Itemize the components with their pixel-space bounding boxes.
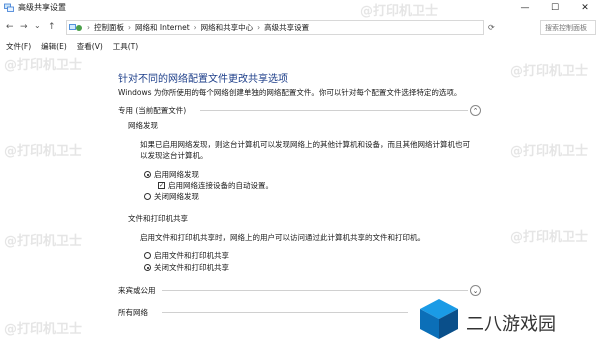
breadcrumb-advanced-sharing[interactable]: 高级共享设置 — [264, 22, 309, 33]
watermark-text: @打印机卫士 — [360, 4, 439, 19]
file-printer-sharing-description: 启用文件和打印机共享时，网络上的用户可以访问通过此计算机共享的文件和打印机。 — [140, 233, 425, 242]
checkbox-auto-setup[interactable]: ✓ 启用网络连接设备的自动设置。 — [158, 180, 273, 191]
radio-disable-discovery[interactable]: 关闭网络发现 — [144, 191, 199, 202]
watermark-text: @打印机卫士 — [510, 230, 589, 245]
brand-name: 二八游戏园 — [466, 314, 556, 335]
file-printer-sharing-label: 文件和打印机共享 — [128, 214, 188, 223]
address-field[interactable]: › 控制面板 › 网络和 Internet › 网络和共享中心 › 高级共享设置 — [66, 20, 484, 35]
radio-enable-sharing[interactable]: 启用文件和打印机共享 — [144, 250, 229, 261]
radio-disable-sharing[interactable]: 关闭文件和打印机共享 — [144, 262, 229, 273]
window-title: 高级共享设置 — [18, 3, 66, 12]
radio-unselected-icon — [144, 193, 151, 200]
brand-cube-logo — [420, 299, 458, 339]
address-bar-row: ← → ⌄ ↑ › 控制面板 › 网络和 Internet › 网络和共享中心 … — [0, 18, 600, 38]
search-input[interactable]: 搜索控制面板 — [540, 20, 596, 35]
radio-unselected-icon — [144, 252, 151, 259]
radio-selected-icon — [144, 171, 151, 178]
watermark-text: @打印机卫士 — [4, 144, 83, 159]
watermark-text: @打印机卫士 — [4, 58, 83, 73]
section-divider — [200, 110, 468, 111]
menu-file[interactable]: 文件(F) — [6, 41, 31, 53]
option-label: 关闭网络发现 — [154, 192, 199, 201]
menu-edit[interactable]: 编辑(E) — [41, 41, 67, 53]
option-label: 启用网络连接设备的自动设置。 — [168, 181, 273, 190]
menu-view[interactable]: 查看(V) — [77, 41, 103, 53]
refresh-icon[interactable]: ⟳ — [488, 23, 495, 32]
watermark-text: @打印机卫士 — [510, 144, 589, 159]
recent-dropdown-icon[interactable]: ⌄ — [34, 21, 41, 30]
main-content: 针对不同的网络配置文件更改共享选项 Windows 为你所使用的每个网络创建单独… — [0, 56, 600, 347]
menu-tools[interactable]: 工具(T) — [113, 41, 138, 53]
breadcrumb-network-sharing-center[interactable]: 网络和共享中心 — [201, 22, 254, 33]
option-label: 启用文件和打印机共享 — [154, 251, 229, 260]
page-description: Windows 为你所使用的每个网络创建单独的网络配置文件。你可以针对每个配置文… — [118, 88, 462, 97]
section-divider — [162, 312, 408, 313]
private-profile-label[interactable]: 专用 (当前配置文件) — [118, 105, 186, 116]
breadcrumb-network-internet[interactable]: 网络和 Internet — [135, 22, 190, 33]
up-arrow-icon[interactable]: ↑ — [48, 22, 56, 32]
chevron-up-icon[interactable]: ⌃ — [470, 105, 481, 116]
guest-public-label[interactable]: 来宾或公用 — [118, 285, 156, 296]
back-arrow-icon[interactable]: ← — [6, 22, 14, 32]
watermark-text: @打印机卫士 — [4, 234, 83, 249]
control-panel-icon — [69, 23, 82, 31]
network-discovery-description: 如果已启用网络发现，则这台计算机可以发现网络上的其他计算机和设备，而且其他网络计… — [140, 140, 470, 160]
breadcrumb-separator: › — [193, 23, 197, 32]
watermark-text: @打印机卫士 — [4, 322, 83, 337]
breadcrumb-separator: › — [128, 23, 131, 32]
chevron-down-icon[interactable]: ⌄ — [470, 285, 481, 296]
minimize-button[interactable]: — — [510, 0, 540, 16]
maximize-button[interactable]: ☐ — [540, 0, 570, 16]
network-settings-icon — [4, 3, 14, 12]
option-label: 关闭文件和打印机共享 — [154, 263, 229, 272]
network-discovery-label: 网络发现 — [128, 121, 158, 130]
forward-arrow-icon[interactable]: → — [20, 22, 28, 32]
menu-bar: 文件(F) 编辑(E) 查看(V) 工具(T) — [0, 41, 600, 53]
watermark-text: @打印机卫士 — [510, 64, 589, 79]
breadcrumb-control-panel[interactable]: 控制面板 — [94, 22, 124, 33]
all-networks-label[interactable]: 所有网络 — [118, 307, 148, 318]
page-title: 针对不同的网络配置文件更改共享选项 — [118, 74, 288, 85]
title-bar: 高级共享设置 — ☐ ✕ — [0, 0, 600, 16]
section-divider — [162, 290, 468, 291]
option-label: 启用网络发现 — [154, 170, 199, 179]
radio-enable-discovery[interactable]: 启用网络发现 — [144, 169, 199, 180]
radio-selected-icon — [144, 264, 151, 271]
breadcrumb-separator: › — [87, 23, 90, 32]
breadcrumb-separator: › — [257, 23, 261, 32]
checkbox-checked-icon: ✓ — [158, 182, 165, 189]
close-button[interactable]: ✕ — [570, 0, 600, 16]
